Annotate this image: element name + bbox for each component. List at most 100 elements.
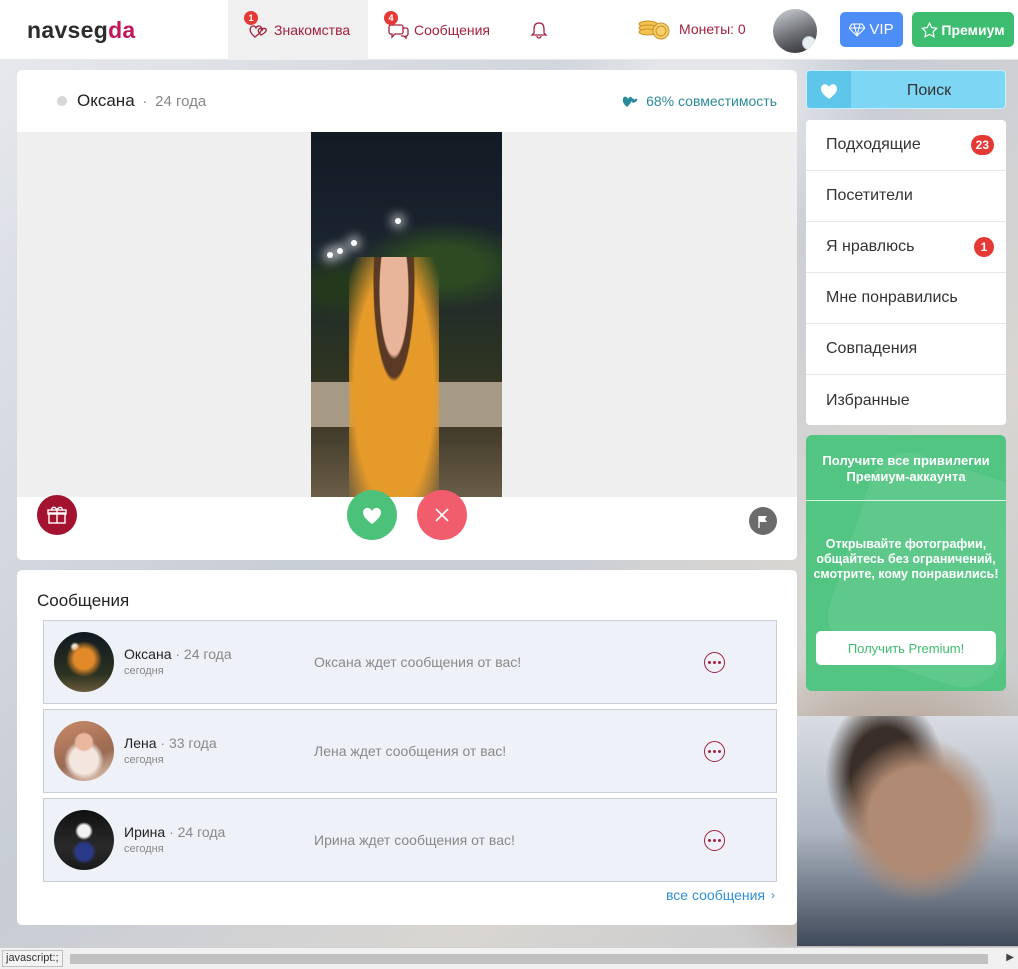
message-sender: Оксана · 24 года — [124, 646, 232, 662]
scroll-right-icon[interactable]: ▶ — [1006, 952, 1014, 963]
avatar[interactable] — [54, 632, 114, 692]
profile-photo[interactable] — [311, 132, 502, 497]
promo-text: Открывайте фотографии, общайтесь без огр… — [813, 537, 999, 581]
coins-label: Монеты: 0 — [679, 21, 746, 37]
compatibility[interactable]: 68% совместимость — [621, 93, 777, 109]
messages-title: Сообщения — [37, 591, 130, 610]
sidebar-item-label: Избранные — [826, 391, 910, 409]
bell-icon — [528, 20, 550, 40]
profile-name-line: Оксана · 24 года — [77, 91, 206, 111]
heart-icon — [363, 507, 381, 524]
sidebar-item-label: Подходящие — [826, 136, 921, 153]
message-preview: Лена ждет сообщения от вас! — [314, 743, 507, 759]
count-badge: 1 — [974, 237, 994, 257]
message-row[interactable]: Оксана · 24 года сегодня Оксана ждет соо… — [43, 620, 777, 704]
message-preview: Ирина ждет сообщения от вас! — [314, 832, 515, 848]
message-sender-age: · 33 года — [160, 735, 217, 751]
profile-name[interactable]: Оксана — [77, 91, 135, 110]
message-row[interactable]: Лена · 33 года сегодня Лена ждет сообщен… — [43, 709, 777, 793]
more-options-icon[interactable] — [704, 652, 725, 673]
count-badge: 23 — [970, 135, 994, 155]
coins-icon — [638, 20, 670, 40]
logo-part-1: navseg — [27, 17, 109, 43]
profile-age: 24 года — [155, 93, 207, 110]
message-time: сегодня — [124, 665, 164, 677]
vip-button[interactable]: VIP — [840, 12, 903, 47]
more-options-icon[interactable] — [704, 830, 725, 851]
gift-icon — [47, 506, 67, 524]
nav-dating[interactable]: 1 Знакомства — [228, 0, 368, 60]
all-messages-label: все сообщения — [666, 887, 765, 903]
message-sender-name: Лена — [124, 735, 157, 751]
sidebar-item-visitors[interactable]: Посетители — [806, 171, 1006, 222]
sidebar-menu: Подходящие 23 Посетители Я нравлюсь 1 Мн… — [806, 120, 1006, 425]
online-status-dot — [57, 96, 67, 106]
sidebar-item-matches[interactable]: Совпадения — [806, 324, 1006, 375]
like-button[interactable] — [347, 490, 397, 540]
coins-balance[interactable]: Монеты: 0 — [638, 18, 746, 40]
logo-part-2: da — [108, 17, 136, 43]
nav-messages[interactable]: 4 Сообщения — [384, 0, 490, 60]
sidebar-item-liked-me[interactable]: Я нравлюсь 1 — [806, 222, 1006, 273]
avatar[interactable] — [54, 810, 114, 870]
nav-notifications[interactable] — [528, 0, 554, 60]
compatibility-hearts-icon — [622, 96, 638, 107]
messages-card: Сообщения Оксана · 24 года сегодня Оксан… — [17, 570, 797, 925]
all-messages-link[interactable]: все сообщения › — [666, 887, 775, 903]
sidebar-item-label: Посетители — [826, 187, 913, 204]
diamond-icon — [849, 22, 866, 37]
avatar[interactable] — [54, 721, 114, 781]
status-url: javascript:; — [2, 950, 63, 967]
star-icon — [921, 21, 939, 38]
premium-label: Премиум — [941, 21, 1005, 38]
chat-bubbles-icon: 4 — [384, 11, 410, 40]
get-premium-button[interactable]: Получить Premium! — [816, 631, 996, 665]
sidebar-item-label: Я нравлюсь — [826, 238, 915, 255]
nav-messages-badge: 4 — [384, 11, 398, 25]
message-sender: Лена · 33 года — [124, 735, 217, 751]
heart-search-icon — [807, 71, 851, 108]
sidebar-item-label: Совпадения — [826, 340, 918, 357]
compatibility-label: 68% совместимость — [646, 93, 777, 109]
profile-photo-area — [17, 132, 797, 540]
horizontal-scrollbar[interactable] — [70, 954, 988, 964]
premium-button[interactable]: Премиум — [912, 12, 1014, 47]
top-header: navsegda 1 Знакомства 4 Сообщения Монеты… — [0, 0, 1018, 60]
search-label: Поиск — [906, 82, 952, 99]
report-button[interactable] — [749, 507, 777, 535]
search-button[interactable]: Поиск — [806, 70, 1006, 109]
dislike-button[interactable] — [417, 490, 467, 540]
profile-separator: · — [142, 93, 148, 110]
premium-promo: Получите все привилегии Премиум-аккаунта… — [806, 435, 1006, 691]
message-sender-name: Ирина — [124, 824, 166, 840]
message-time: сегодня — [124, 754, 164, 766]
sidebar-item-i-liked[interactable]: Мне понравились — [806, 273, 1006, 324]
message-sender-age: · 24 года — [169, 824, 226, 840]
sidebar-item-favorites[interactable]: Избранные — [806, 375, 1006, 425]
gift-button[interactable] — [37, 495, 77, 535]
nav-dating-badge: 1 — [244, 11, 258, 25]
message-sender: Ирина · 24 года — [124, 824, 225, 840]
background-photo — [797, 716, 1018, 946]
profile-card: Оксана · 24 года 68% совместимость — [17, 70, 797, 560]
browser-status-bar: javascript:; ▶ — [0, 947, 1018, 969]
logo[interactable]: navsegda — [27, 17, 136, 44]
user-avatar[interactable] — [773, 9, 817, 53]
sidebar-item-matching[interactable]: Подходящие 23 — [806, 120, 1006, 171]
message-sender-name: Оксана — [124, 646, 172, 662]
message-row[interactable]: Ирина · 24 года сегодня Ирина ждет сообщ… — [43, 798, 777, 882]
more-options-icon[interactable] — [704, 741, 725, 762]
nav-dating-label: Знакомства — [274, 22, 351, 38]
close-icon — [435, 508, 449, 522]
hearts-icon: 1 — [244, 11, 270, 40]
chevron-right-icon: › — [771, 888, 775, 902]
message-preview: Оксана ждет сообщения от вас! — [314, 654, 522, 670]
verified-shield-icon — [802, 36, 816, 50]
promo-title: Получите все привилегии Премиум-аккаунта — [822, 453, 990, 484]
message-sender-age: · 24 года — [175, 646, 232, 662]
vip-label: VIP — [869, 21, 894, 38]
profile-header: Оксана · 24 года 68% совместимость — [17, 70, 797, 132]
promo-divider — [806, 500, 1006, 501]
flag-icon — [758, 515, 767, 528]
message-time: сегодня — [124, 843, 164, 855]
